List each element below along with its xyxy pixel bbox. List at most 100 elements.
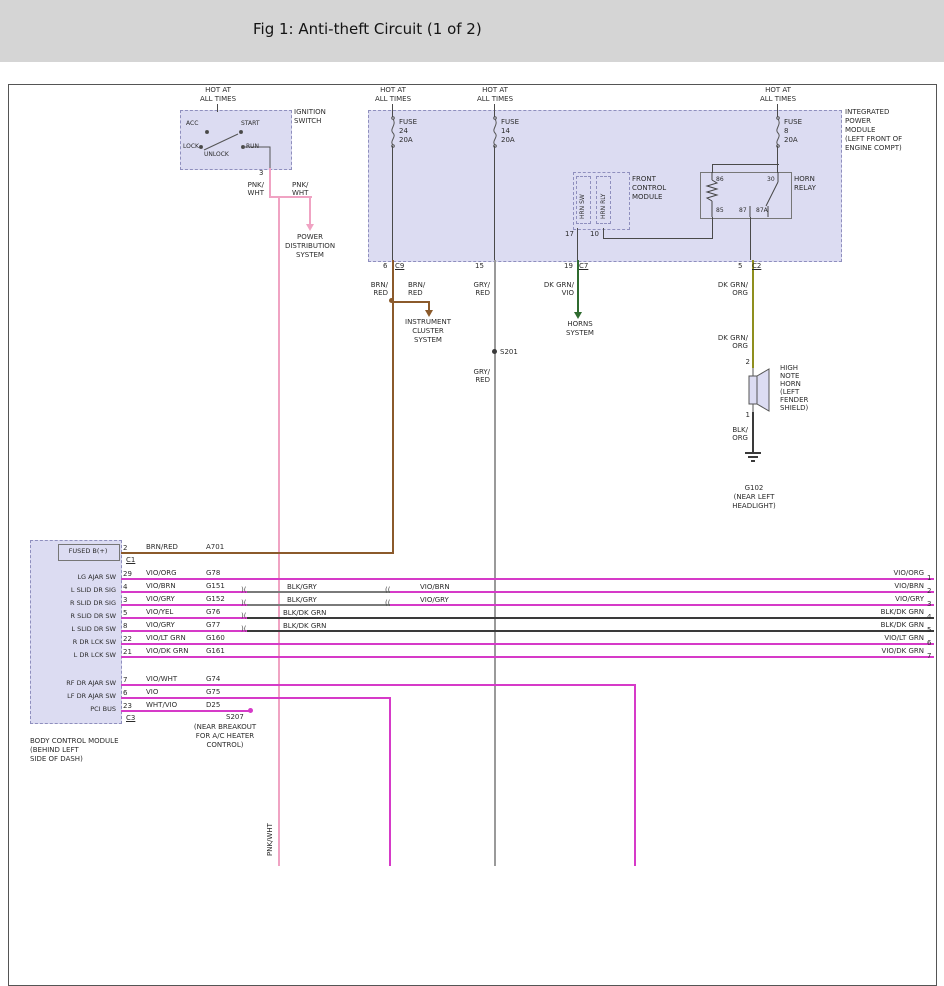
bcm-pin: 22 (123, 635, 132, 643)
fcm-name-label: MODULE (632, 193, 662, 201)
bcm-row-label: LF DR AJAR SW (28, 693, 116, 701)
wire-vio-gry (121, 604, 247, 606)
wire-segment (392, 104, 393, 117)
circuit-label: G77 (206, 621, 220, 629)
ipm-pin-15: 15 (475, 262, 484, 270)
splice-dot (389, 298, 394, 303)
wire-segment (217, 104, 218, 112)
ipm-name-label: POWER (845, 117, 871, 125)
wire-name-label: VIO/GRY (820, 595, 924, 603)
circuit-label: G152 (206, 595, 225, 603)
splice-dot-s201 (492, 349, 497, 354)
inline-connector-icon: )( (241, 586, 246, 594)
bcm-pin: 6 (123, 689, 127, 697)
power-distribution-label: SYSTEM (270, 251, 350, 259)
bcm-row-label: L SLID DR SW (28, 626, 116, 634)
hrn-rly-label: HRN RLY (600, 194, 607, 219)
circuit-label: G151 (206, 582, 225, 590)
right-pin: 2 (927, 587, 931, 595)
wire-name-label: VIO/DK GRN (820, 647, 924, 655)
connector-c9: C9 (395, 262, 404, 270)
ground-g102-label: HEADLIGHT) (724, 502, 784, 510)
right-pin: 7 (927, 652, 931, 660)
high-note-horn-label: HIGH (780, 364, 798, 372)
wire-name-label: BLK/DK GRN (820, 621, 924, 629)
wire-blk-gry (247, 591, 390, 593)
wire-color-label: WHT (292, 189, 308, 197)
switch-pos-run: RUN (246, 143, 259, 150)
wire-color-label: ORG (712, 434, 748, 442)
connector-c1: C1 (126, 556, 135, 564)
bcm-row-label: R SLID DR SIG (28, 600, 116, 608)
wire-vio-brn (390, 591, 934, 593)
horn-pin-2: 2 (736, 358, 750, 366)
circuit-label: G78 (206, 569, 220, 577)
wire-segment (603, 228, 604, 238)
bcm-pin: 4 (123, 583, 127, 591)
power-distribution-label: DISTRIBUTION (270, 242, 350, 250)
wire-segment (577, 228, 578, 260)
bcm-pin: 5 (123, 609, 127, 617)
bcm-pin: 7 (123, 676, 127, 684)
wire-name-label: VIO/BRN (820, 582, 924, 590)
wire-dkgrn-org (752, 260, 754, 368)
wire-wht-vio (121, 710, 252, 712)
wire-name-label: VIO (146, 688, 158, 696)
fcm-name-label: CONTROL (632, 184, 666, 192)
relay-pin-87a: 87A (756, 207, 768, 214)
wire-brn-red (121, 552, 394, 554)
wire-name-label: VIO/WHT (146, 675, 177, 683)
wire-color-label: BLK/ (712, 426, 748, 434)
wire-color-label: BRN/ (408, 281, 425, 289)
wire-color-label: RED (462, 289, 490, 297)
fuse-14-label: FUSE (501, 118, 519, 126)
wire-color-label: ORG (708, 342, 748, 350)
ignition-switch-label: SWITCH (294, 117, 321, 125)
hot-at-label: HOT AT (753, 86, 803, 94)
wire-name-label: VIO/LT GRN (146, 634, 186, 642)
inline-connector-icon: (( (385, 586, 390, 594)
high-note-horn-label: HORN (780, 380, 801, 388)
fcm-pin-17: 17 (565, 230, 574, 238)
ground-icon (748, 456, 758, 458)
right-pin: 6 (927, 639, 931, 647)
wire-vio-dkgrn (121, 656, 934, 658)
hot-at-label: ALL TIMES (193, 95, 243, 103)
ipm-pin-19: 19 (564, 262, 573, 270)
circuit-label: G161 (206, 647, 225, 655)
bcm-caption: BODY CONTROL MODULE (30, 737, 119, 745)
bcm-pin: 3 (123, 596, 127, 604)
wire-name-label: BLK/GRY (287, 583, 317, 591)
wire-vio-gry (390, 604, 934, 606)
hot-at-label: HOT AT (470, 86, 520, 94)
wire-brn-red (428, 301, 430, 310)
wire-name-label: VIO/BRN (420, 583, 450, 591)
bcm-pin: 23 (123, 702, 132, 710)
wire-name-label: VIO/GRY (146, 621, 175, 629)
wire-color-label-vertical: PNK/WHT (266, 823, 274, 856)
circuit-label: G76 (206, 608, 220, 616)
high-note-horn-label: (LEFT (780, 388, 799, 396)
relay-pin-87: 87 (739, 207, 747, 214)
ipm-pin-5: 5 (738, 262, 742, 270)
wire-vio-gry (121, 630, 247, 632)
ground-icon (751, 460, 755, 462)
wire-color-label: RED (360, 289, 388, 297)
wire-name-label: VIO/BRN (146, 582, 176, 590)
bcm-pin: 8 (123, 622, 127, 630)
wire-name-label: BLK/DK GRN (283, 622, 326, 630)
high-note-horn-label: NOTE (780, 372, 799, 380)
circuit-label: G160 (206, 634, 225, 642)
fuse-24-label: 20A (399, 136, 413, 144)
wire-color-label: GRY/ (462, 368, 490, 376)
fuse-8-label: FUSE (784, 118, 802, 126)
fcm-pin-10: 10 (590, 230, 599, 238)
wire-segment (712, 164, 779, 165)
wire-color-label: GRY/ (462, 281, 490, 289)
wire-name-label: BLK/DK GRN (283, 609, 326, 617)
fcm-name-label: FRONT (632, 175, 656, 183)
fuse-24-label: 24 (399, 127, 408, 135)
wire-color-label: DK GRN/ (538, 281, 574, 289)
wire-vio-yel (121, 617, 247, 619)
high-note-horn-icon (742, 368, 776, 412)
